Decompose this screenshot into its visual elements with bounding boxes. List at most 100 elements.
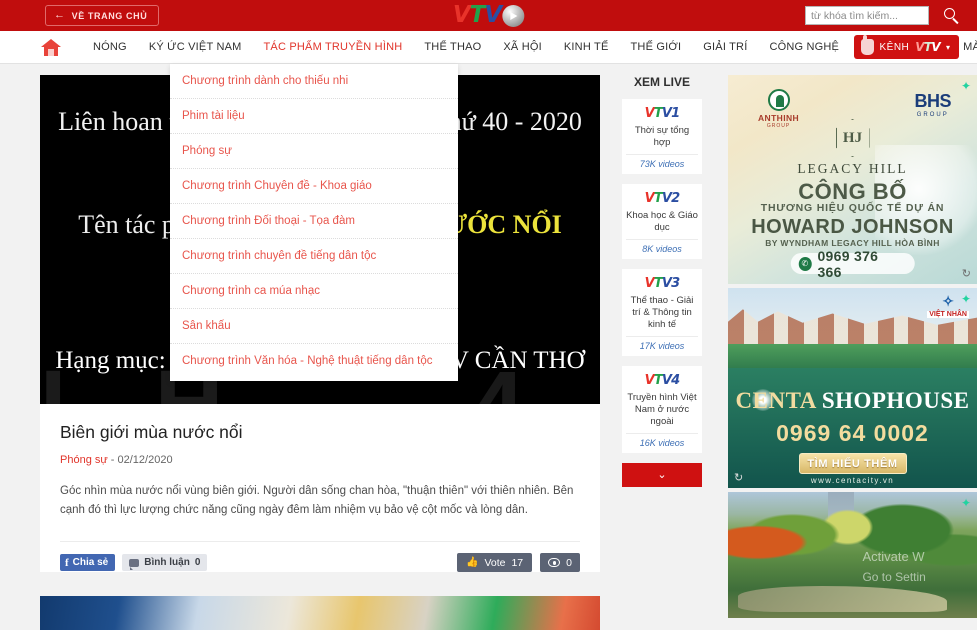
ad1-subhead: THƯƠNG HIỆU QUỐC TẾ DỰ ÁN: [760, 202, 945, 214]
channel-selector-button[interactable]: KÊNH VTV ▾: [853, 35, 959, 59]
vtv-wordmark: VTV: [452, 2, 502, 28]
article-title[interactable]: Biên giới mùa nước nổi: [60, 422, 580, 443]
next-article-thumbnail[interactable]: [40, 596, 600, 630]
article-description: Góc nhìn mùa nước nổi vùng biên giới. Ng…: [60, 485, 574, 516]
dropdown-item-chuyen-de-tieng-dan-toc[interactable]: Chương trình chuyên đề tiếng dân tộc: [170, 239, 458, 274]
ads-column: ANTHINH GROUP BHS GROUP HJ LEGACY HILL C…: [728, 75, 977, 630]
tac-pham-truyen-hinh-dropdown: Chương trình dành cho thiếu nhi Phim tài…: [170, 64, 458, 381]
dropdown-item-ca-mua-nhac[interactable]: Chương trình ca múa nhạc: [170, 274, 458, 309]
viet-nhan-name: VIỆT NHÂN: [927, 311, 969, 318]
vtv1-logo: VTV1: [644, 106, 681, 121]
anthinh-name: ANTHINH: [758, 113, 800, 123]
ad2-cta-button[interactable]: TÌM HIỂU THÊM: [798, 453, 907, 474]
xem-live-column: XEM LIVE VTV1 Thời sự tổng hợp 73K video…: [612, 75, 712, 630]
nav-item-ky-uc-viet-nam[interactable]: KÝ ỨC VIỆT NAM: [138, 31, 253, 64]
reload-icon[interactable]: ↻: [734, 471, 743, 484]
nav-item-kinh-te[interactable]: KINH TẾ: [553, 31, 620, 64]
centa-brand: CENTA SHOPHOUSE: [735, 388, 970, 413]
meta-separator: -: [107, 454, 118, 466]
nav-item-nong[interactable]: NÓNG: [82, 31, 138, 64]
anthinh-sub: GROUP: [766, 123, 791, 129]
view-count: 0: [566, 556, 572, 569]
vtv3-logo: VTV3: [644, 276, 681, 291]
article-actions: f Chia sẻ Bình luận 0 👍 Vote 17 0: [60, 541, 580, 572]
search-input[interactable]: [805, 6, 929, 25]
vote-button[interactable]: 👍 Vote 17: [456, 553, 533, 572]
dropdown-item-chuyen-de-khoa-giao[interactable]: Chương trình Chuyên đề - Khoa giáo: [170, 169, 458, 204]
dropdown-item-san-khau[interactable]: Sân khấu: [170, 309, 458, 344]
ad1-phone-pill[interactable]: ✆ 0969 376 366: [790, 248, 915, 280]
reload-icon[interactable]: ↻: [962, 267, 971, 280]
ad-park-banner[interactable]: Activate W Go to Settin ✦: [728, 492, 977, 618]
ad1-title: HOWARD JOHNSON: [751, 216, 954, 238]
live-channel-vtv1[interactable]: VTV1 Thời sự tổng hợp 73K videos: [622, 99, 702, 174]
eye-icon: [548, 558, 561, 567]
legacy-hill-hex-icon: HJ: [835, 119, 870, 157]
bhs-sub: GROUP: [916, 112, 949, 118]
search-icon[interactable]: [943, 7, 961, 25]
ad-centa-shophouse[interactable]: ✧ VIỆT NHÂN CENTA SHOPHOUSE 0969 64 0002…: [728, 288, 977, 488]
article-category[interactable]: Phóng sự: [60, 454, 108, 466]
dropdown-item-doi-thoai-toa-dam[interactable]: Chương trình Đối thoại - Tọa đàm: [170, 204, 458, 239]
nav-item-cong-nghe[interactable]: CÔNG NGHỆ: [758, 31, 850, 64]
back-to-home-button[interactable]: ← VỀ TRANG CHỦ: [45, 5, 160, 26]
facebook-icon: f: [65, 556, 69, 569]
ad2-grass: [728, 344, 977, 370]
channel-selector-logo: VTV: [915, 40, 940, 54]
article-meta: Phóng sự - 02/12/2020: [60, 454, 580, 466]
chevron-down-icon: ⌄: [657, 468, 667, 481]
live-channel-vtv3[interactable]: VTV3 Thể thao - Giải trí & Thông tin kin…: [622, 269, 702, 356]
nav-item-the-gioi[interactable]: THẾ GIỚI: [620, 31, 693, 64]
chevron-down-icon: ▾: [945, 42, 950, 52]
dropdown-item-thieu-nhi[interactable]: Chương trình dành cho thiếu nhi: [170, 64, 458, 99]
vtv4-name: Truyền hình Việt Nam ở nước ngoài: [627, 392, 697, 427]
comment-count: 0: [194, 557, 201, 568]
watermark-line-1: Activate W: [862, 549, 925, 565]
ad2-phone-number: 0969 64 0002: [776, 420, 929, 446]
bhs-name: BHS: [914, 91, 951, 111]
play-icon: [502, 4, 525, 27]
vtv3-name: Thể thao - Giải trí & Thông tin kinh tế: [630, 295, 694, 330]
ad2-url: www.centacity.vn: [810, 476, 895, 485]
ad-sparkle-icon: ✦: [960, 496, 971, 510]
vtv4-video-count: 16K videos: [626, 433, 698, 448]
back-arrow-icon: ←: [54, 9, 66, 21]
bhs-logo: BHS GROUP: [914, 91, 951, 118]
comment-icon: [129, 558, 140, 570]
nav-item-tac-pham-truyen-hinh[interactable]: TÁC PHẨM TRUYỀN HÌNH: [253, 31, 414, 64]
view-count-button[interactable]: 0: [540, 553, 580, 572]
ad-legacy-hill[interactable]: ANTHINH GROUP BHS GROUP HJ LEGACY HILL C…: [728, 75, 977, 284]
anthinh-mark-icon: [767, 89, 790, 111]
anthinh-logo: ANTHINH GROUP: [758, 89, 799, 129]
thumbs-up-icon: 👍: [465, 557, 479, 568]
vtv2-video-count: 8K videos: [626, 239, 698, 254]
search-area: [805, 0, 961, 31]
dropdown-item-phim-tai-lieu[interactable]: Phim tài liệu: [170, 99, 458, 134]
live-channel-vtv4[interactable]: VTV4 Truyền hình Việt Nam ở nước ngoài 1…: [622, 366, 702, 453]
ad1-byline: BY WYNDHAM LEGACY HILL HÒA BÌNH: [765, 238, 940, 248]
back-to-home-label: VỀ TRANG CHỦ: [71, 10, 148, 21]
comment-label: Bình luận: [144, 557, 190, 568]
vtv3-video-count: 17K videos: [626, 336, 698, 351]
live-channel-vtv2[interactable]: VTV2 Khoa học & Giáo dục 8K videos: [622, 184, 702, 259]
home-icon[interactable]: [40, 37, 62, 57]
ad-sparkle-icon: ✦: [960, 79, 971, 93]
dropdown-item-phong-su[interactable]: Phóng sự: [170, 134, 458, 169]
top-bar: ← VỀ TRANG CHỦ VTV: [0, 0, 977, 31]
phone-icon: ✆: [798, 256, 812, 271]
facebook-share-button[interactable]: f Chia sẻ: [60, 554, 116, 571]
vtv-logo[interactable]: VTV: [452, 2, 525, 28]
xem-live-title: XEM LIVE: [633, 75, 690, 89]
nav-item-giai-tri[interactable]: GIẢI TRÍ: [692, 31, 758, 64]
dropdown-item-van-hoa-nghe-thuat[interactable]: Chương trình Văn hóa - Nghệ thuật tiếng …: [170, 344, 458, 379]
ad1-phone-number: 0969 376 366: [817, 247, 879, 280]
nav-item-xa-hoi[interactable]: XÃ HỘI: [492, 31, 553, 64]
activate-windows-watermark: Activate W Go to Settin: [862, 547, 925, 587]
show-more-channels-button[interactable]: ⌄: [622, 463, 702, 487]
vote-count: 17: [511, 556, 524, 569]
nav-item-the-thao[interactable]: THỂ THAO: [413, 31, 492, 64]
thumbnail-line-2-highlight: ƯỚC NỔI: [446, 210, 562, 239]
comment-button[interactable]: Bình luận 0: [122, 554, 208, 571]
vtv2-logo: VTV2: [644, 191, 681, 206]
vtv1-name: Thời sự tổng hợp: [634, 125, 690, 148]
